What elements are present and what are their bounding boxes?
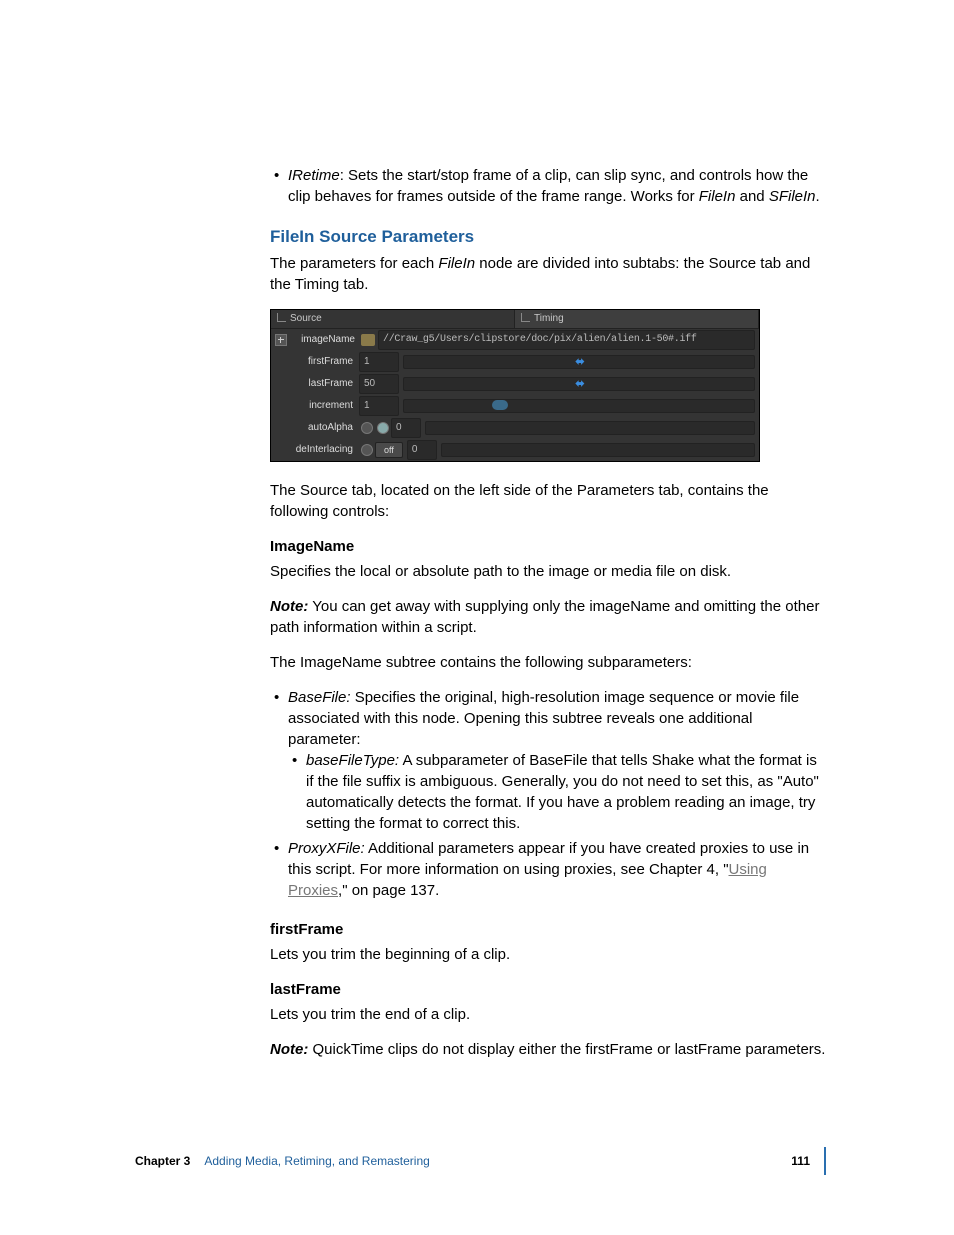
autoalpha-field[interactable]: 0: [391, 418, 421, 438]
slider-knob-icon[interactable]: [492, 400, 508, 410]
subparam-list: BaseFile: Specifies the original, high-r…: [270, 687, 826, 901]
footer-page-number: 111: [791, 1153, 810, 1170]
text: Specifies the original, high-resolution …: [288, 689, 799, 748]
label-firstframe: firstFrame: [291, 355, 359, 369]
expand-icon[interactable]: [275, 334, 287, 346]
intro-bullet-list: IRetime: Sets the start/stop frame of a …: [270, 165, 826, 207]
tab-corner-icon: [521, 313, 530, 322]
param-heading-lastframe: lastFrame: [270, 981, 341, 998]
row-autoalpha: autoAlpha 0: [271, 417, 759, 439]
row-deinterlacing: deInterlacing off 0: [271, 439, 759, 461]
text: ," on page 137.: [338, 882, 439, 899]
footer-chapter: Chapter 3: [135, 1153, 190, 1170]
firstframe-slider[interactable]: ⬌: [403, 355, 755, 369]
label-autoalpha: autoAlpha: [291, 421, 359, 435]
term-proxyxfile: ProxyXFile:: [288, 840, 365, 857]
term-iretime: IRetime: [288, 167, 340, 184]
note-text: You can get away with supplying only the…: [270, 598, 819, 636]
radio-icon[interactable]: [361, 444, 373, 456]
note-label: Note:: [270, 1041, 308, 1058]
tab-label: Timing: [534, 313, 564, 324]
tab-source[interactable]: Source: [271, 310, 515, 328]
term-filein: FileIn: [438, 255, 475, 272]
note-text: QuickTime clips do not display either th…: [308, 1041, 825, 1058]
double-arrow-icon: ⬌: [575, 355, 582, 370]
list-item: IRetime: Sets the start/stop frame of a …: [270, 165, 826, 207]
list-item: baseFileType: A subparameter of BaseFile…: [288, 750, 826, 834]
note-1: Note: You can get away with supplying on…: [270, 596, 826, 638]
list-item: ProxyXFile: Additional parameters appear…: [270, 838, 826, 901]
param-heading-imagename: ImageName: [270, 538, 354, 555]
autoalpha-slider[interactable]: [425, 421, 755, 435]
text: .: [816, 188, 820, 205]
double-arrow-icon: ⬌: [575, 377, 582, 392]
after-ui-text: The Source tab, located on the left side…: [270, 480, 826, 522]
lastframe-field[interactable]: 50: [359, 374, 399, 394]
tab-label: Source: [290, 313, 322, 324]
radio-icon[interactable]: [377, 422, 389, 434]
deinterlacing-field[interactable]: 0: [407, 440, 437, 460]
row-imagename: imageName //Craw_g5/Users/clipstore/doc/…: [271, 329, 759, 351]
increment-slider[interactable]: [403, 399, 755, 413]
tab-corner-icon: [277, 313, 286, 322]
row-increment: increment 1: [271, 395, 759, 417]
increment-field[interactable]: 1: [359, 396, 399, 416]
subtree-intro: The ImageName subtree contains the follo…: [270, 652, 826, 673]
tab-timing[interactable]: Timing: [515, 310, 759, 328]
footer-title: Adding Media, Retiming, and Remastering: [204, 1153, 429, 1170]
source-params-panel: Source Timing imageName //Craw_g5/Users/…: [270, 309, 760, 462]
term-sfilein: SFileIn: [769, 188, 816, 205]
imagename-desc: Specifies the local or absolute path to …: [270, 561, 826, 582]
firstframe-field[interactable]: 1: [359, 352, 399, 372]
param-heading-firstframe: firstFrame: [270, 921, 343, 938]
deinterlacing-slider[interactable]: [441, 443, 755, 457]
deinterlacing-off-pill[interactable]: off: [375, 442, 403, 459]
imagename-field[interactable]: //Craw_g5/Users/clipstore/doc/pix/alien/…: [378, 330, 755, 350]
list-item: BaseFile: Specifies the original, high-r…: [270, 687, 826, 834]
inner-list: baseFileType: A subparameter of BaseFile…: [288, 750, 826, 834]
section-heading: FileIn Source Parameters: [270, 225, 826, 249]
label-imagename: imageName: [293, 333, 361, 347]
section-intro: The parameters for each FileIn node are …: [270, 253, 826, 295]
label-increment: increment: [291, 399, 359, 413]
row-firstframe: firstFrame 1 ⬌: [271, 351, 759, 373]
tab-row: Source Timing: [271, 310, 759, 329]
text: and: [735, 188, 768, 205]
folder-icon[interactable]: [361, 334, 375, 346]
radio-icon[interactable]: [361, 422, 373, 434]
label-deinterlacing: deInterlacing: [291, 443, 359, 457]
term-basefiletype: baseFileType:: [306, 752, 399, 769]
note-label: Note:: [270, 598, 308, 615]
note-2: Note: QuickTime clips do not display eit…: [270, 1039, 826, 1060]
term-basefile: BaseFile:: [288, 689, 351, 706]
lastframe-desc: Lets you trim the end of a clip.: [270, 1004, 826, 1025]
term-filein: FileIn: [699, 188, 736, 205]
row-lastframe: lastFrame 50 ⬌: [271, 373, 759, 395]
lastframe-slider[interactable]: ⬌: [403, 377, 755, 391]
firstframe-desc: Lets you trim the beginning of a clip.: [270, 944, 826, 965]
page-footer: Chapter 3 Adding Media, Retiming, and Re…: [135, 1147, 826, 1175]
text: The parameters for each: [270, 255, 438, 272]
label-lastframe: lastFrame: [291, 377, 359, 391]
